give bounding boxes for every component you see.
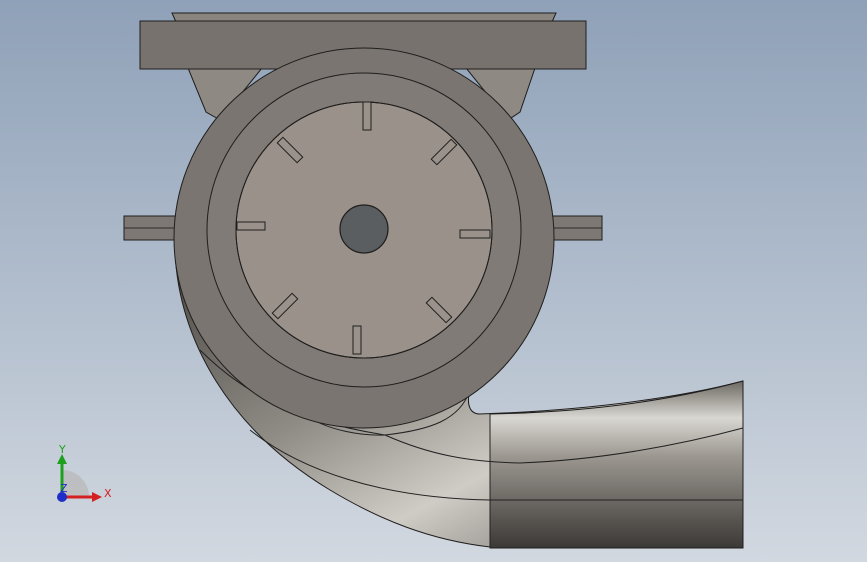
z-axis-label: Z (60, 482, 68, 495)
x-axis-label: X (104, 487, 112, 500)
slot-right (459, 229, 491, 239)
shaft-hub[interactable] (339, 204, 389, 254)
y-axis-label: Y (58, 443, 66, 456)
x-axis-arrow (92, 492, 102, 502)
slot-top (362, 101, 372, 131)
pump-volute-model[interactable] (0, 0, 867, 562)
slot-left (236, 221, 266, 231)
slot-bottom (352, 325, 362, 355)
axis-triad: Y X Z (57, 443, 112, 502)
cad-viewport[interactable]: Y X Z (0, 0, 867, 562)
discharge-pipe-surface (489, 380, 744, 549)
